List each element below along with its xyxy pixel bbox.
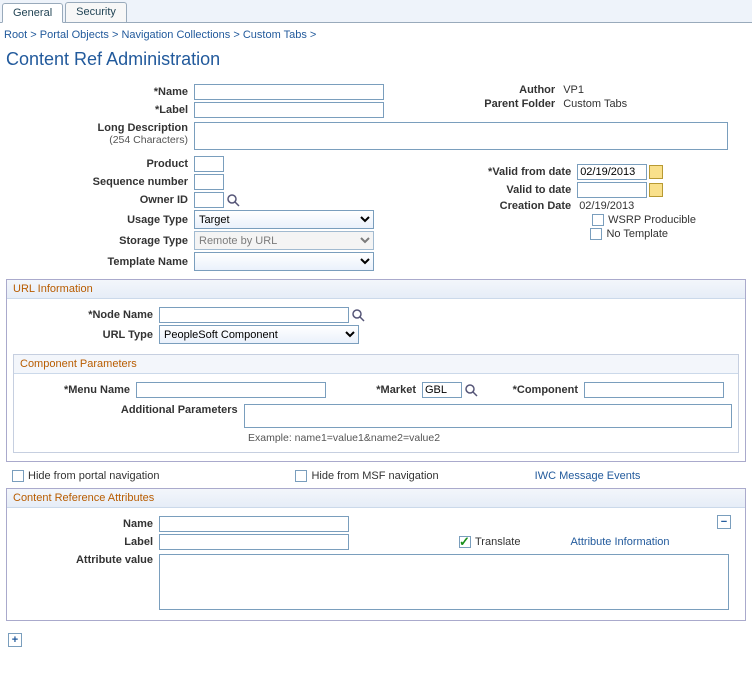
owner-id-field[interactable]: [194, 192, 224, 208]
tab-security[interactable]: Security: [65, 2, 127, 22]
market-field[interactable]: [422, 382, 462, 398]
wsrp-checkbox[interactable]: [592, 214, 604, 226]
product-label: Product: [6, 158, 194, 170]
calendar-icon[interactable]: [649, 183, 663, 197]
label-field[interactable]: [194, 102, 384, 118]
usage-type-select[interactable]: Target: [194, 210, 374, 229]
no-template-checkbox[interactable]: [590, 228, 602, 240]
no-template-label: No Template: [606, 228, 668, 240]
hide-msf-label: Hide from MSF navigation: [311, 470, 438, 482]
label-label: *Label: [6, 104, 194, 116]
url-information-title: URL Information: [7, 280, 745, 299]
attribute-information-link[interactable]: Attribute Information: [570, 536, 669, 548]
parent-folder-label: Parent Folder: [435, 98, 561, 110]
page-tabs: General Security: [0, 0, 752, 23]
storage-type-label: Storage Type: [6, 235, 194, 247]
content-ref-attributes-title: Content Reference Attributes: [7, 489, 745, 508]
additional-params-field[interactable]: [244, 404, 732, 428]
lookup-icon[interactable]: [464, 383, 478, 397]
url-type-select[interactable]: PeopleSoft Component: [159, 325, 359, 344]
add-row-button[interactable]: +: [8, 633, 22, 647]
name-label: *Name: [6, 86, 194, 98]
hide-portal-label: Hide from portal navigation: [28, 470, 159, 482]
lookup-icon[interactable]: [226, 193, 240, 207]
page-title: Content Ref Administration: [0, 47, 752, 82]
long-desc-label: Long Description: [6, 122, 188, 134]
market-label: *Market: [326, 384, 422, 396]
translate-checkbox[interactable]: [459, 536, 471, 548]
template-name-select[interactable]: [194, 252, 374, 271]
wsrp-label: WSRP Producible: [608, 214, 696, 226]
breadcrumb-item[interactable]: Navigation Collections: [121, 29, 230, 41]
attr-label-label: Label: [13, 536, 159, 548]
name-field[interactable]: [194, 84, 384, 100]
sequence-field[interactable]: [194, 174, 224, 190]
hide-portal-checkbox[interactable]: [12, 470, 24, 482]
menu-name-field[interactable]: [136, 382, 326, 398]
breadcrumb-item[interactable]: Root: [4, 29, 27, 41]
product-field[interactable]: [194, 156, 224, 172]
usage-type-label: Usage Type: [6, 214, 194, 226]
node-name-label: *Node Name: [13, 309, 159, 321]
menu-name-label: *Menu Name: [20, 384, 136, 396]
valid-to-label: Valid to date: [451, 184, 577, 196]
author-label: Author: [435, 84, 561, 96]
component-parameters-title: Component Parameters: [14, 355, 738, 374]
storage-type-select[interactable]: Remote by URL: [194, 231, 374, 250]
calendar-icon[interactable]: [649, 165, 663, 179]
component-label: *Component: [478, 384, 584, 396]
attr-name-field[interactable]: [159, 516, 349, 532]
lookup-icon[interactable]: [351, 308, 365, 322]
sequence-label: Sequence number: [6, 176, 194, 188]
template-name-label: Template Name: [6, 256, 194, 268]
iwc-message-events-link[interactable]: IWC Message Events: [535, 470, 641, 482]
valid-from-field[interactable]: [577, 164, 647, 180]
creation-date-value: 02/19/2013: [577, 200, 634, 212]
breadcrumb-item[interactable]: Portal Objects: [40, 29, 109, 41]
creation-date-label: Creation Date: [451, 200, 577, 212]
valid-from-label: *Valid from date: [451, 166, 577, 178]
parent-folder-value: Custom Tabs: [561, 98, 627, 110]
breadcrumb: Root > Portal Objects > Navigation Colle…: [0, 23, 752, 47]
content-ref-attributes-group: Content Reference Attributes − Name Labe…: [6, 488, 746, 621]
attr-label-field[interactable]: [159, 534, 349, 550]
node-name-field[interactable]: [159, 307, 349, 323]
component-field[interactable]: [584, 382, 724, 398]
url-type-label: URL Type: [13, 329, 159, 341]
attr-value-label: Attribute value: [13, 554, 159, 566]
author-value: VP1: [561, 84, 584, 96]
attr-name-label: Name: [13, 518, 159, 530]
long-desc-sub: (254 Characters): [6, 134, 188, 146]
breadcrumb-item[interactable]: Custom Tabs: [243, 29, 307, 41]
collapse-button[interactable]: −: [717, 515, 731, 529]
url-information-group: URL Information *Node Name URL Type Peop…: [6, 279, 746, 462]
valid-to-field[interactable]: [577, 182, 647, 198]
hide-msf-checkbox[interactable]: [295, 470, 307, 482]
translate-label: Translate: [475, 536, 520, 548]
attr-value-field[interactable]: [159, 554, 729, 610]
additional-params-label: Additional Parameters: [20, 404, 244, 416]
additional-params-example: Example: name1=value1&name2=value2: [248, 432, 732, 444]
long-description-field[interactable]: [194, 122, 728, 150]
tab-general[interactable]: General: [2, 3, 63, 23]
owner-id-label: Owner ID: [6, 194, 194, 206]
